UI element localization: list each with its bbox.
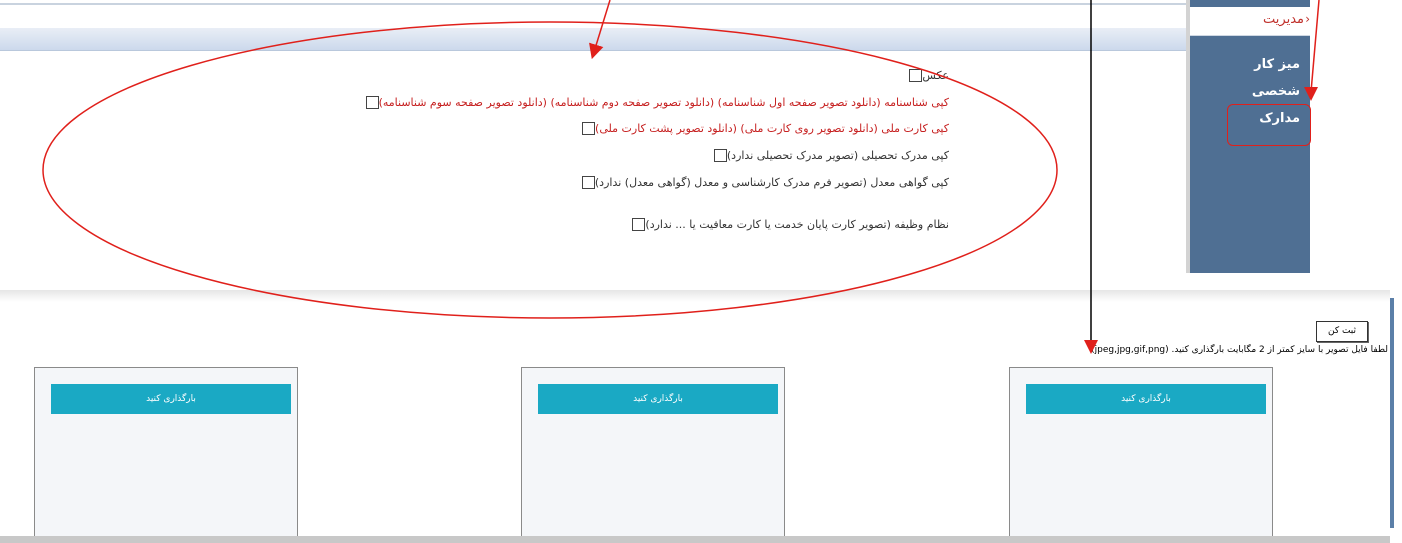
- upload-panel: ثبت کن لطفا فایل تصویر با سایز کمتر از 2…: [0, 290, 1402, 543]
- checkbox[interactable]: [713, 149, 727, 162]
- chevron-icon: ›: [1305, 12, 1310, 26]
- checkbox[interactable]: [582, 122, 596, 135]
- document-label: نظام وظیفه (تصویر کارت پایان خدمت یا کار…: [645, 218, 949, 231]
- sidebar-header[interactable]: › مدیریت: [1190, 7, 1310, 36]
- checkbox[interactable]: [632, 218, 646, 231]
- document-label[interactable]: کپی شناسنامه (دانلود تصویر صفحه اول شناس…: [379, 96, 949, 109]
- document-item-photo[interactable]: عکس: [903, 69, 949, 82]
- arrow-to-sidebar: [1310, 0, 1320, 93]
- upload-button[interactable]: بارگذاری کنید: [1026, 384, 1266, 414]
- upload-card: بارگذاری کنید: [521, 367, 785, 543]
- documents-highlight-box: [1227, 104, 1311, 146]
- checkbox[interactable]: [581, 176, 595, 189]
- top-divider: [0, 3, 1190, 5]
- upload-button[interactable]: بارگذاری کنید: [51, 384, 291, 414]
- panel-header-bar: [0, 28, 1186, 51]
- upload-button[interactable]: بارگذاری کنید: [538, 384, 778, 414]
- upload-panel-edge: [1390, 298, 1394, 528]
- sidebar-item-desk[interactable]: میز کار: [1254, 57, 1300, 72]
- checkbox[interactable]: [365, 96, 379, 109]
- sidebar-header-label: مدیریت: [1263, 12, 1304, 27]
- submit-button[interactable]: ثبت کن: [1316, 321, 1368, 342]
- document-item-birth-certificate[interactable]: کپی شناسنامه (دانلود تصویر صفحه اول شناس…: [360, 96, 949, 109]
- upload-card: بارگذاری کنید: [1009, 367, 1273, 543]
- document-item-education-degree[interactable]: کپی مدرک تحصیلی (تصویر مدرک تحصیلی ندارد…: [708, 149, 949, 162]
- document-item-gpa-certificate[interactable]: کپی گواهی معدل (تصویر فرم مدرک کارشناسی …: [576, 176, 949, 189]
- documents-panel: › مدیریت میز کار شخصی مدارک: [0, 0, 1310, 273]
- document-label[interactable]: کپی کارت ملی (دانلود تصویر روی کارت ملی)…: [595, 122, 949, 135]
- document-item-national-card[interactable]: کپی کارت ملی (دانلود تصویر روی کارت ملی)…: [576, 122, 949, 135]
- document-label: عکس: [922, 69, 949, 82]
- document-item-military-service[interactable]: نظام وظیفه (تصویر کارت پایان خدمت یا کار…: [626, 218, 949, 231]
- upload-panel-top: [0, 290, 1390, 302]
- upload-hint: لطفا فایل تصویر با سایز کمتر از 2 مگابای…: [1091, 345, 1388, 355]
- upload-card: بارگذاری کنید: [34, 367, 298, 543]
- documents-content: [0, 51, 1186, 270]
- sidebar-item-personal[interactable]: شخصی: [1252, 84, 1300, 99]
- checkbox[interactable]: [909, 69, 923, 82]
- document-label: کپی مدرک تحصیلی (تصویر مدرک تحصیلی ندارد…: [726, 149, 949, 162]
- bottom-divider: [0, 536, 1390, 543]
- document-label: کپی گواهی معدل (تصویر فرم مدرک کارشناسی …: [594, 176, 949, 189]
